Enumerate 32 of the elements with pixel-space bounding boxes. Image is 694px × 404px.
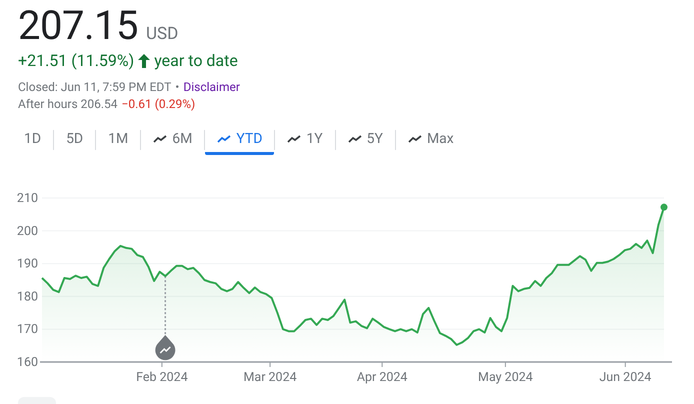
separator-dot: • xyxy=(175,79,180,96)
closed-time: Closed: Jun 11, 7:59 PM EDT xyxy=(18,79,172,96)
stock-price: 207.15 xyxy=(18,2,138,50)
x-axis-label: Feb 2024 xyxy=(136,370,188,385)
range-tab[interactable]: 1M xyxy=(96,125,140,155)
y-axis-label: 160 xyxy=(16,355,38,370)
x-axis-label: Jun 2024 xyxy=(599,370,652,385)
range-tab[interactable]: 6M xyxy=(141,125,204,155)
last-price-dot xyxy=(660,204,668,211)
x-axis-label: May 2024 xyxy=(478,370,533,385)
range-tab[interactable]: 5D xyxy=(54,125,96,155)
event-leader-line xyxy=(164,276,166,336)
range-tab[interactable]: 5Y xyxy=(336,125,395,155)
period-label: year to date xyxy=(154,51,238,70)
y-axis-label: 200 xyxy=(16,224,38,239)
event-marker-icon[interactable] xyxy=(155,335,176,360)
range-tab[interactable]: YTD xyxy=(205,125,274,155)
range-tab[interactable]: 1Y xyxy=(275,125,335,155)
currency: USD xyxy=(146,24,178,44)
y-axis-label: 210 xyxy=(16,191,38,206)
after-hours-price: After hours 206.54 xyxy=(18,96,118,113)
range-tab[interactable]: Max xyxy=(396,125,466,155)
x-axis-label: Apr 2024 xyxy=(356,370,408,385)
arrow-up-icon xyxy=(138,54,150,68)
range-tab[interactable]: 1D xyxy=(12,125,54,155)
x-axis-label: Mar 2024 xyxy=(244,370,297,385)
y-axis-label: 180 xyxy=(16,289,38,304)
y-axis-label: 170 xyxy=(16,322,38,338)
y-axis-label: 190 xyxy=(16,256,38,272)
price-change: +21.51 (11.59%) xyxy=(18,51,134,70)
disclaimer-link[interactable]: Disclaimer xyxy=(183,79,240,96)
after-hours-change: −0.61 (0.29%) xyxy=(122,96,196,113)
